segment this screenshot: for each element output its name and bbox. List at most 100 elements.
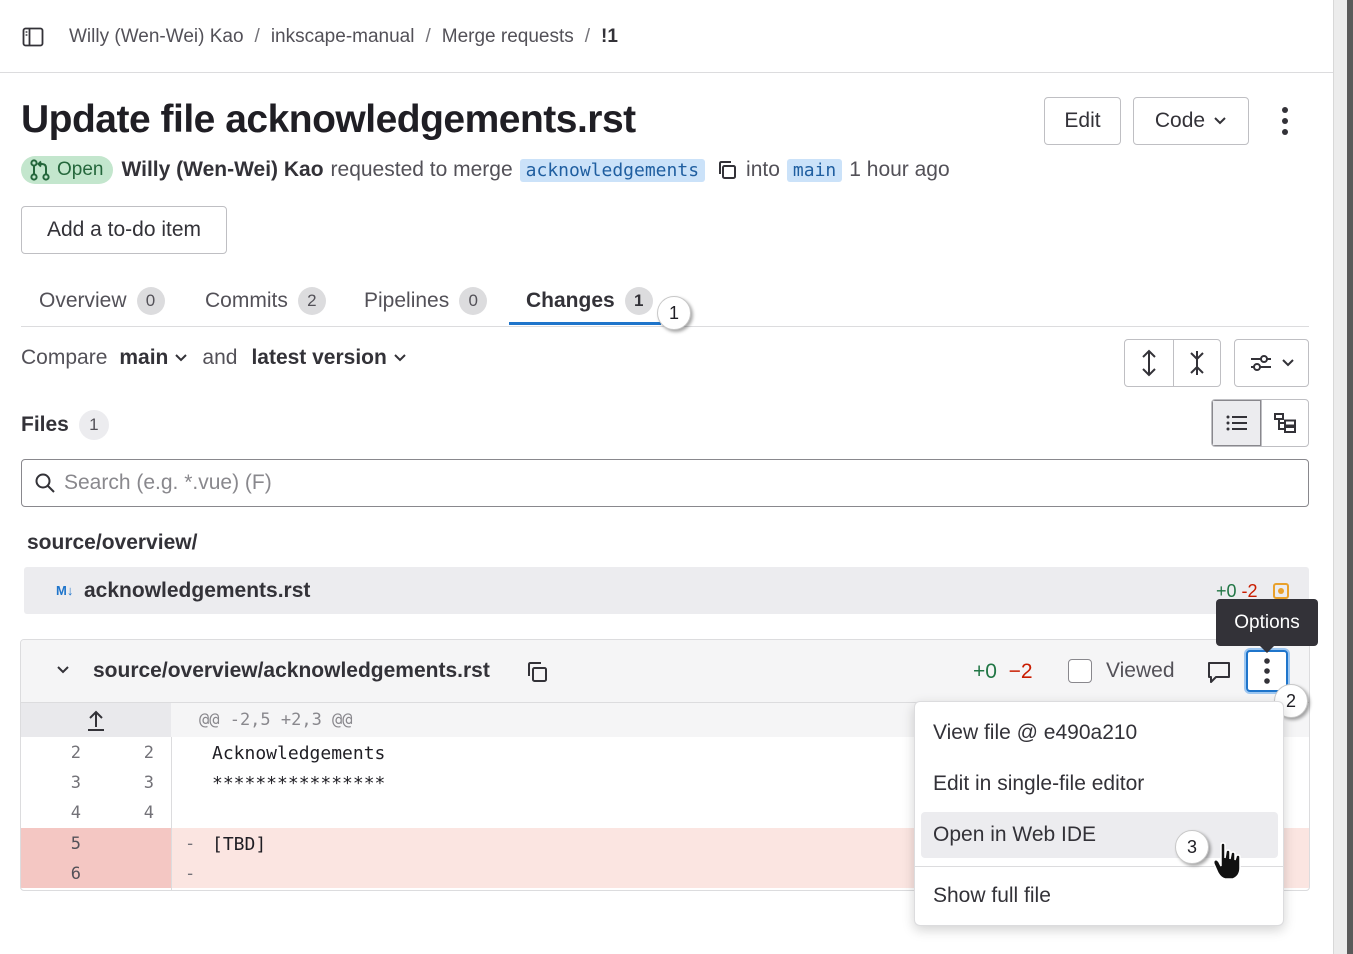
tab-label: Overview: [39, 289, 127, 312]
file-search-input[interactable]: [64, 471, 1264, 495]
action-text: requested to merge: [330, 158, 513, 181]
file-modified-icon: [1273, 583, 1289, 599]
compare-bar: Compare main and latest version: [21, 346, 407, 370]
menu-item-edit-single-file[interactable]: Edit in single-file editor: [921, 761, 1278, 807]
tab-pipelines[interactable]: Pipelines 0: [364, 275, 488, 327]
line-code: ****************: [212, 773, 386, 794]
old-line-number[interactable]: 6: [41, 864, 81, 884]
tree-view-button[interactable]: [1261, 400, 1308, 446]
new-line-number[interactable]: 2: [114, 743, 154, 763]
head-version-label: latest version: [251, 346, 387, 369]
settings-button[interactable]: [1235, 340, 1308, 386]
new-line-number[interactable]: 4: [114, 803, 154, 823]
tab-count: 1: [624, 287, 653, 315]
copy-icon[interactable]: [525, 660, 549, 684]
time-ago: 1 hour ago: [849, 158, 950, 181]
diff-file-header: source/overview/acknowledgements.rst +0 …: [21, 640, 1309, 703]
status-text: Open: [57, 159, 104, 180]
tab-count: 0: [136, 287, 165, 315]
base-version-dropdown[interactable]: main: [119, 346, 188, 370]
menu-item-view-file[interactable]: View file @ e490a210: [921, 710, 1278, 756]
viewed-label: Viewed: [1106, 659, 1175, 682]
breadcrumb: Willy (Wen-Wei) Kao / inkscape-manual / Merg…: [69, 26, 618, 48]
breadcrumb-merge-requests[interactable]: Merge requests: [442, 26, 574, 47]
into-text: into: [746, 158, 780, 181]
kebab-icon[interactable]: [1271, 104, 1299, 138]
window-scrollbar[interactable]: [1333, 0, 1353, 954]
old-line-number[interactable]: 4: [41, 803, 81, 823]
chevron-down-icon: [1214, 117, 1226, 125]
sidebar-toggle-icon[interactable]: [22, 26, 44, 48]
options-tooltip: Options: [1216, 599, 1318, 653]
step-marker: 1: [657, 296, 691, 330]
code-button-label: Code: [1154, 109, 1206, 132]
add-todo-label: Add a to-do item: [46, 218, 202, 241]
tab-count: 0: [459, 287, 488, 315]
list-view-button[interactable]: [1212, 400, 1261, 446]
old-line-number[interactable]: 5: [41, 834, 81, 854]
new-line-number[interactable]: 3: [114, 773, 154, 793]
tooltip-text: Options: [1234, 611, 1300, 633]
edit-button-label: Edit: [1064, 109, 1101, 132]
old-line-number[interactable]: 2: [41, 743, 81, 763]
expand-all-button[interactable]: [1125, 340, 1173, 386]
file-view-toggle: [1211, 399, 1309, 447]
breadcrumb-bar: Willy (Wen-Wei) Kao / inkscape-manual / Merg…: [0, 0, 1333, 73]
target-branch[interactable]: main: [786, 158, 843, 182]
step-marker: 3: [1175, 830, 1209, 864]
code-dropdown-button[interactable]: Code: [1133, 97, 1249, 145]
expand-collapse-group: [1124, 339, 1221, 387]
edit-button[interactable]: Edit: [1044, 97, 1121, 145]
author-link[interactable]: Willy (Wen-Wei) Kao: [121, 158, 323, 182]
line-code: Acknowledgements: [212, 743, 386, 764]
collapse-all-button[interactable]: [1173, 340, 1220, 386]
file-tree-name: acknowledgements.rst: [84, 579, 311, 602]
chevron-down-icon: [175, 354, 188, 362]
files-heading: Files 1: [21, 410, 109, 440]
diff-settings-dropdown[interactable]: [1234, 339, 1309, 387]
gutter-divider: [171, 737, 172, 890]
tab-label: Pipelines: [364, 289, 450, 312]
markdown-icon: M↓: [56, 583, 74, 598]
chevron-down-icon[interactable]: [55, 664, 71, 676]
tree-view-icon: [1274, 413, 1296, 433]
kebab-icon: [1264, 658, 1270, 684]
merge-request-icon: [30, 159, 50, 181]
chevron-down-icon: [394, 354, 406, 362]
tab-changes[interactable]: Changes 1: [526, 275, 653, 327]
line-sign: -: [185, 834, 196, 854]
add-todo-button[interactable]: Add a to-do item: [21, 206, 227, 254]
file-tree-added: +0: [1216, 581, 1237, 601]
tab-commits[interactable]: Commits 2: [205, 275, 326, 327]
file-tree-item[interactable]: M↓ acknowledgements.rst +0 -2: [24, 567, 1309, 614]
breadcrumb-project[interactable]: inkscape-manual: [271, 26, 415, 47]
breadcrumb-separator: /: [254, 26, 260, 47]
file-tree-removed: -2: [1241, 581, 1258, 601]
copy-icon[interactable]: [716, 159, 738, 181]
viewed-checkbox[interactable]: [1068, 659, 1092, 683]
tab-overview[interactable]: Overview 0: [39, 275, 165, 327]
tab-label: Commits: [205, 289, 288, 312]
breadcrumb-user[interactable]: Willy (Wen-Wei) Kao: [69, 26, 244, 47]
compare-label: Compare: [21, 346, 108, 369]
old-line-number[interactable]: 3: [41, 773, 81, 793]
head-version-dropdown[interactable]: latest version: [251, 346, 406, 370]
diff-removed-count: −2: [1008, 660, 1033, 683]
comment-icon[interactable]: [1206, 659, 1232, 685]
merge-request-meta: Open Willy (Wen-Wei) Kao requested to me…: [21, 155, 950, 185]
diff-added-count: +0: [973, 660, 997, 683]
source-branch[interactable]: acknowledgements: [519, 158, 706, 182]
viewed-toggle[interactable]: Viewed: [1068, 659, 1175, 683]
breadcrumb-current[interactable]: !1: [601, 26, 618, 47]
directory-label: source/overview/: [27, 531, 198, 554]
search-icon: [35, 473, 55, 493]
tab-label: Changes: [526, 289, 615, 312]
expand-up-button[interactable]: [21, 703, 171, 737]
expand-up-icon: [88, 710, 104, 731]
list-view-icon: [1226, 415, 1247, 431]
expand-all-icon: [1142, 349, 1156, 377]
diff-file-path[interactable]: source/overview/acknowledgements.rst: [93, 659, 490, 683]
line-code: [TBD]: [212, 834, 267, 855]
base-version-label: main: [119, 346, 169, 369]
chevron-down-icon: [1281, 359, 1294, 367]
